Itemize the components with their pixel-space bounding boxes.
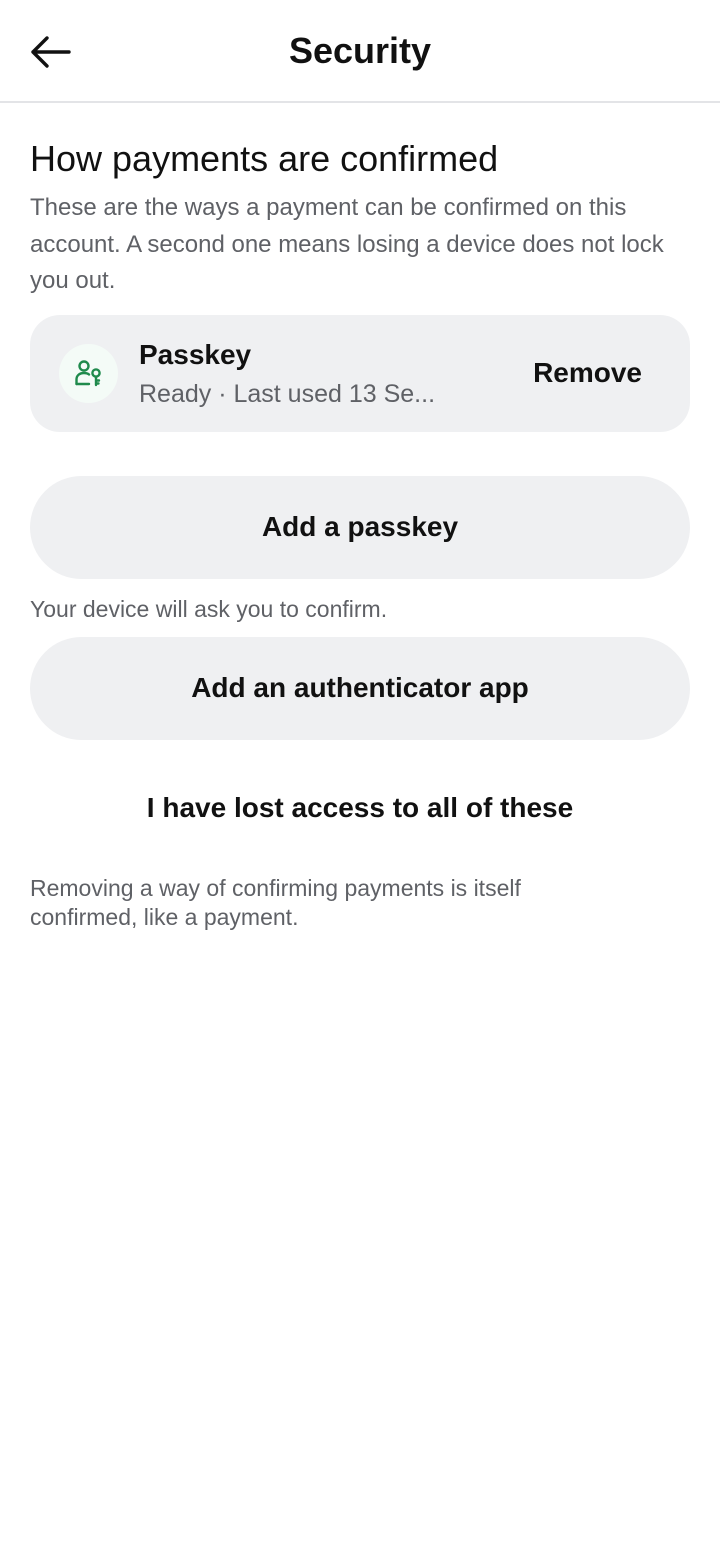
page-title-text: Security [288,30,432,71]
lost-access-link[interactable]: I have lost access to all of these [30,788,690,828]
passkey-person-key-icon [74,360,101,387]
footnote: Removing a way of confirming payments is… [30,874,521,930]
section-heading: How payments are confirmed [30,138,499,179]
add-authenticator-app-button[interactable]: Add an authenticator app [30,636,690,740]
add-passkey-button[interactable]: Add a passkey [30,475,690,579]
top-app-bar: Security [0,0,720,103]
section-description: These are the ways a payment can be conf… [30,194,664,294]
page-title: Security [0,28,720,74]
method-status: Ready · Last used 13 Se... [139,379,436,408]
passkey-method-card: Passkey Ready · Last used 13 Se... Remov… [30,314,690,432]
method-name: Passkey [139,338,252,370]
add-passkey-hint: Your device will ask you to confirm. [30,595,388,622]
remove-passkey-button[interactable]: Remove [533,349,642,397]
main-content: How payments are confirmed These are the… [30,136,690,932]
passkey-icon-badge [59,343,118,403]
